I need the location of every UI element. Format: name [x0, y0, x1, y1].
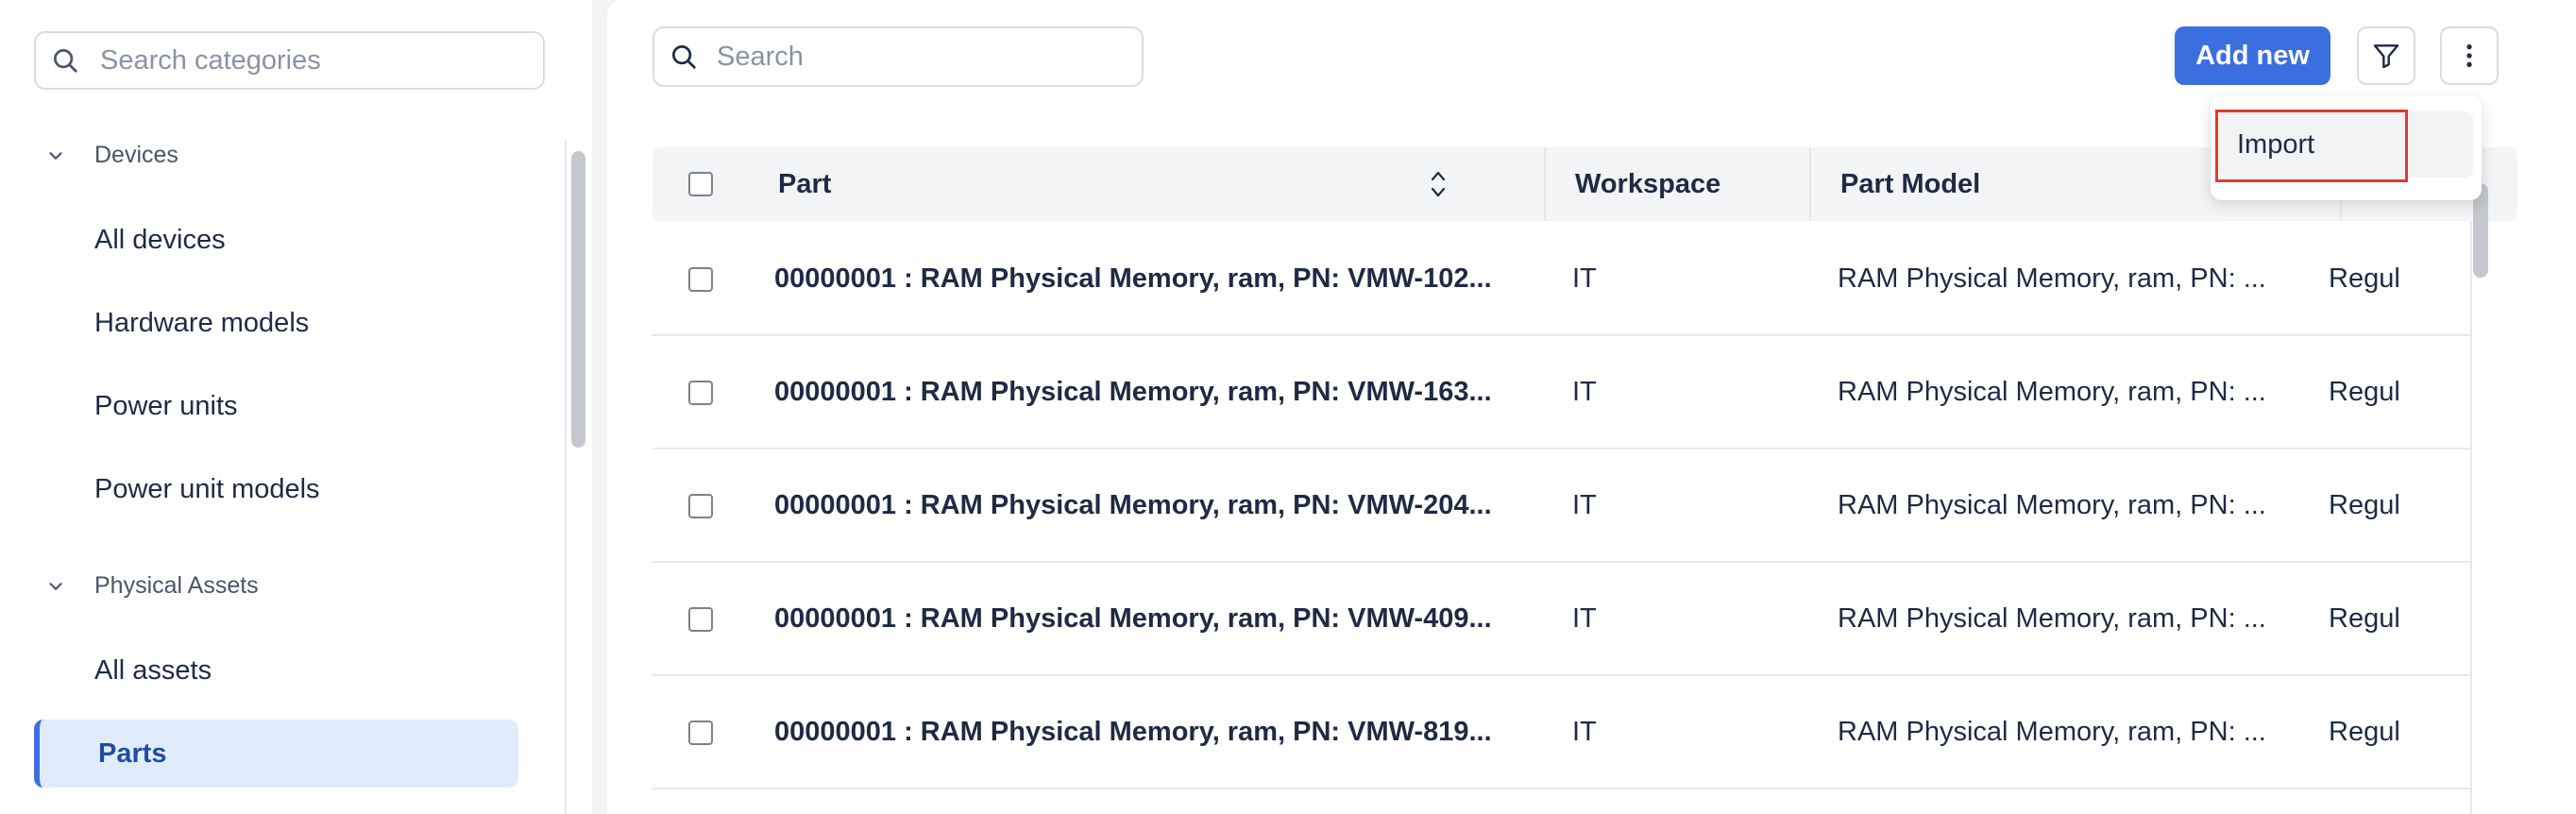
part-model-cell: RAM Physical Memory, ram, PN: ... [1838, 716, 2266, 747]
extra-cell: Regul [2329, 602, 2400, 634]
select-all-checkbox[interactable] [688, 172, 713, 196]
part-model-cell: RAM Physical Memory, ram, PN: ... [1838, 263, 2266, 294]
sidebar-item-all-devices[interactable]: All devices [34, 206, 518, 274]
sidebar-scroll-track [565, 140, 567, 814]
sidebar-item-label: Power units [94, 390, 238, 421]
more-options-button[interactable] [2440, 26, 2499, 85]
extra-cell: Regul [2329, 716, 2400, 747]
part-model-cell: RAM Physical Memory, ram, PN: ... [1838, 376, 2266, 407]
more-vertical-icon [2466, 44, 2472, 67]
extra-cell: Regul [2329, 489, 2400, 520]
section-physical-assets[interactable]: Physical Assets [45, 572, 259, 600]
chevron-down-icon [49, 151, 62, 160]
part-cell[interactable]: 00000001 : RAM Physical Memory, ram, PN:… [774, 563, 1520, 674]
sidebar-item-label: Parts [98, 738, 167, 769]
row-checkbox[interactable] [688, 607, 713, 632]
part-cell[interactable]: 00000001 : RAM Physical Memory, ram, PN:… [774, 336, 1520, 448]
column-separator [1809, 147, 1811, 221]
sidebar-item-label: Power unit models [94, 473, 320, 504]
part-cell[interactable]: 00000001 : RAM Physical Memory, ram, PN:… [774, 449, 1520, 561]
column-separator [1544, 147, 1546, 221]
sidebar-item-hardware-models[interactable]: Hardware models [34, 289, 518, 357]
sidebar-item-label: All assets [94, 654, 212, 686]
table-scroll-track [2470, 221, 2472, 814]
part-model-cell: RAM Physical Memory, ram, PN: ... [1838, 602, 2266, 634]
menu-item-label[interactable]: Import [2237, 111, 2314, 178]
column-header-part[interactable]: Part [778, 147, 831, 221]
sidebar-scrollbar[interactable] [571, 151, 585, 448]
sidebar-item-all-assets[interactable]: All assets [34, 636, 518, 704]
column-header-workspace[interactable]: Workspace [1575, 147, 1720, 221]
column-header-label: Workspace [1575, 168, 1721, 199]
add-new-button[interactable]: Add new [2175, 26, 2330, 85]
sidebar-item-label: All devices [94, 224, 226, 255]
part-cell[interactable]: 00000001 : RAM Physical Memory, ram, PN:… [774, 676, 1520, 788]
table-row[interactable]: 00000001 : RAM Physical Memory, ram, PN:… [652, 223, 2470, 336]
row-checkbox[interactable] [688, 721, 713, 745]
sidebar-item-power-units[interactable]: Power units [34, 372, 518, 440]
chevron-down-icon [49, 582, 62, 590]
table-row[interactable]: 00000001 : RAM Physical Memory, ram, PN:… [652, 676, 2470, 789]
filter-icon [2373, 44, 2399, 69]
section-title: Physical Assets [94, 572, 259, 599]
sidebar-item-label: Hardware models [94, 307, 310, 338]
filter-button[interactable] [2357, 26, 2415, 85]
main-panel: Add new Part Workspace Part Model 000000… [607, 0, 2576, 814]
extra-cell: Regul [2329, 263, 2400, 294]
category-sidebar: Devices All devices Hardware models Powe… [0, 0, 592, 814]
column-header-label: Part [778, 168, 832, 199]
table-row[interactable]: 00000001 : RAM Physical Memory, ram, PN:… [652, 449, 2470, 563]
row-checkbox[interactable] [688, 267, 713, 292]
workspace-cell: IT [1572, 716, 1597, 747]
section-title: Devices [94, 142, 178, 168]
extra-cell: Regul [2329, 376, 2400, 407]
column-header-part-model[interactable]: Part Model [1840, 147, 1980, 221]
section-devices[interactable]: Devices [45, 142, 178, 169]
category-search-input[interactable] [98, 43, 517, 77]
search-field[interactable] [652, 26, 1144, 87]
row-checkbox[interactable] [688, 494, 713, 518]
part-model-cell: RAM Physical Memory, ram, PN: ... [1838, 489, 2266, 520]
row-checkbox[interactable] [688, 381, 713, 405]
table-row[interactable]: 00000001 : RAM Physical Memory, ram, PN:… [652, 563, 2470, 676]
category-search-field[interactable] [34, 31, 545, 90]
sidebar-item-parts[interactable]: Parts [34, 720, 518, 788]
more-options-menu: Import [2211, 96, 2482, 200]
sidebar-item-power-unit-models[interactable]: Power unit models [34, 455, 518, 523]
workspace-cell: IT [1572, 263, 1597, 294]
sort-icon[interactable] [1427, 168, 1449, 200]
workspace-cell: IT [1572, 602, 1597, 634]
column-header-label: Part Model [1840, 168, 1981, 199]
workspace-cell: IT [1572, 489, 1597, 520]
search-input[interactable] [715, 40, 1115, 74]
table-row[interactable]: 00000001 : RAM Physical Memory, ram, PN:… [652, 336, 2470, 449]
part-cell[interactable]: 00000001 : RAM Physical Memory, ram, PN:… [774, 223, 1520, 334]
workspace-cell: IT [1572, 376, 1597, 407]
search-icon [51, 44, 83, 76]
search-icon [669, 41, 702, 73]
